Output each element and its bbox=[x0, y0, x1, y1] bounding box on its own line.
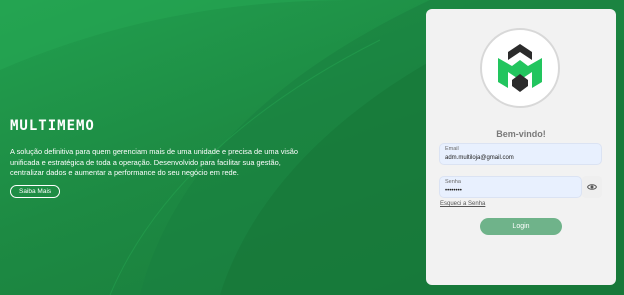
saiba-mais-button[interactable]: Saiba Mais bbox=[10, 184, 61, 198]
password-field[interactable]: Senha •••••••• bbox=[439, 176, 582, 198]
email-input[interactable]: adm.multiloja@gmail.com bbox=[445, 155, 514, 161]
eye-icon bbox=[587, 184, 597, 190]
logo-container bbox=[480, 28, 560, 108]
hero-section: MULTIMEMO A solução definitiva para quem… bbox=[10, 118, 310, 198]
password-toggle-button[interactable] bbox=[582, 176, 602, 198]
login-card: Bem-vindo! Email adm.multiloja@gmail.com… bbox=[426, 9, 616, 285]
password-label: Senha bbox=[445, 179, 461, 185]
password-input[interactable]: •••••••• bbox=[445, 188, 462, 194]
login-button[interactable]: Login bbox=[480, 218, 562, 235]
brand-title: MULTIMEMO bbox=[10, 118, 95, 134]
welcome-heading: Bem-vindo! bbox=[496, 129, 546, 139]
multimemo-logo-icon bbox=[498, 44, 542, 92]
email-label: Email bbox=[445, 146, 459, 152]
hero-description: A solução definitiva para quem gerenciam… bbox=[10, 147, 298, 177]
forgot-password-link[interactable]: Esqueci a Senha bbox=[440, 201, 485, 207]
email-field[interactable]: Email adm.multiloja@gmail.com bbox=[439, 143, 602, 165]
